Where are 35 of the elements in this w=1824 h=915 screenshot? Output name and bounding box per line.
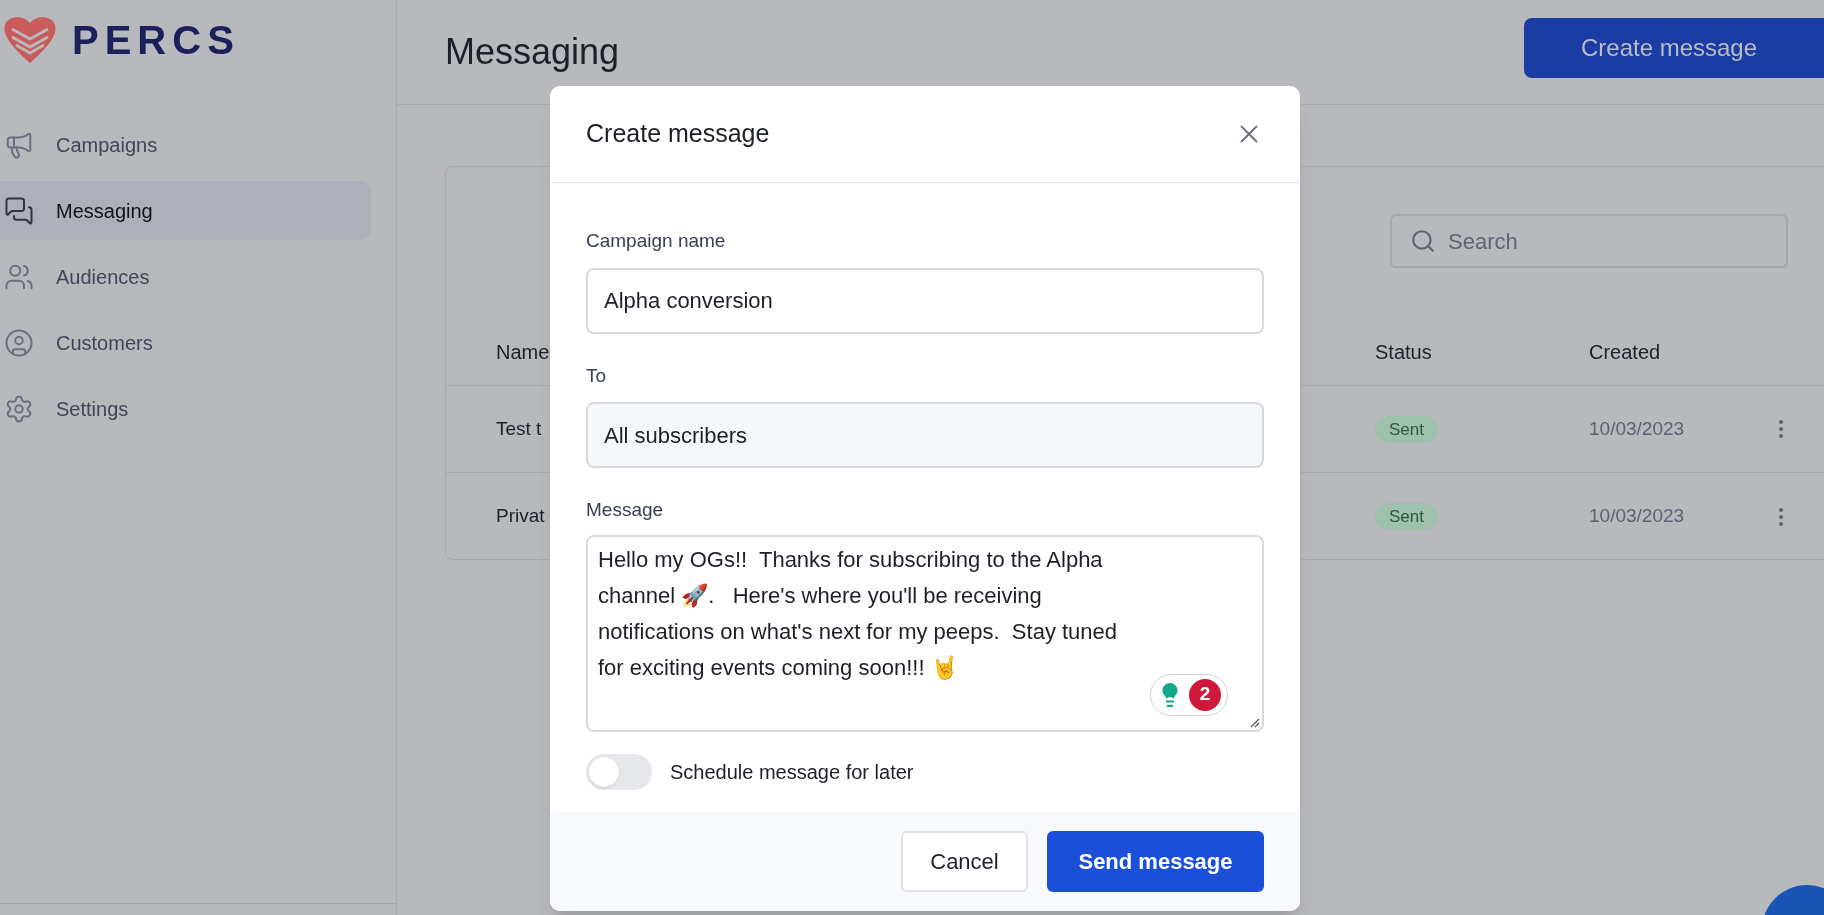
nav-item[interactable]: Audiences <box>0 247 371 306</box>
field-label: To <box>586 363 608 388</box>
column-header: Name <box>496 340 551 365</box>
search-field[interactable]: Search <box>1390 214 1788 268</box>
chat-bubbles-icon <box>4 195 34 226</box>
input-field[interactable]: Alpha conversion <box>586 267 1264 334</box>
user-circle-icon <box>4 327 34 358</box>
toggle-label: Schedule message for later <box>670 759 914 785</box>
column-header: Created <box>1589 340 1662 365</box>
search-icon <box>1410 228 1436 254</box>
message-field[interactable]: Hello my OGs!! Thanks for subscribing to the Alpha channel 🚀. Here's where you'll be receiving notifications on what's next for my peeps. Stay tuned for exciting events coming soon!!! 🤘 2 <box>586 534 1264 732</box>
cancel-button[interactable]: Cancel <box>901 831 1028 892</box>
field-label: Message <box>586 498 665 522</box>
table-cell-text: Test t <box>496 416 542 441</box>
nav-item[interactable]: Campaigns <box>0 115 371 174</box>
select-field[interactable]: All subscribers <box>586 402 1264 468</box>
table-cell-text: Privat <box>496 504 545 529</box>
gear-icon <box>4 393 34 424</box>
field-label: Campaign name <box>586 229 727 253</box>
column-header: Status <box>1375 340 1433 365</box>
toggle-switch[interactable] <box>586 753 652 790</box>
nav-item[interactable]: Settings <box>0 379 371 438</box>
status-badge: Sent <box>1375 415 1438 443</box>
table-cell-text: 10/03/2023 <box>1589 416 1685 441</box>
table-cell-text: 10/03/2023 <box>1589 504 1685 529</box>
create-message-button[interactable]: Create message <box>1524 18 1824 78</box>
nav-item[interactable]: Messaging <box>0 181 371 240</box>
page-title: Messaging <box>445 30 620 74</box>
count-badge: 2 <box>1189 678 1221 711</box>
send-button[interactable]: Send message <box>1047 831 1264 892</box>
writing-assistant-widget[interactable]: 2 <box>1150 673 1228 716</box>
logo-text: PERCS <box>72 17 240 64</box>
status-badge: Sent <box>1375 503 1438 531</box>
dialog-title: Create message <box>586 118 770 150</box>
nav-item[interactable]: Customers <box>0 313 371 372</box>
